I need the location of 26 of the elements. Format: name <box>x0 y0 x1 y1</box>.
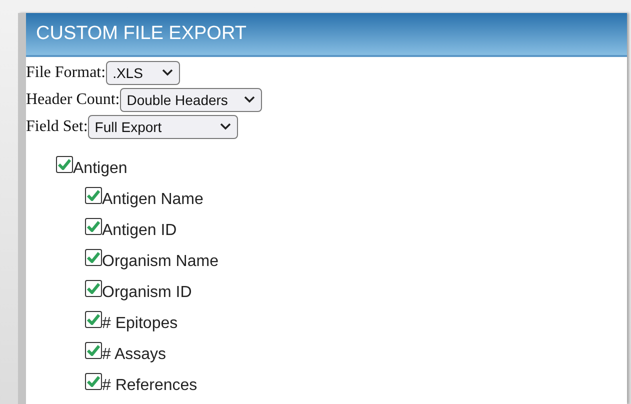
dropdown[interactable]: Double Headers <box>120 88 262 112</box>
checkbox[interactable] <box>85 342 102 359</box>
field-label: Organism Name <box>102 253 218 271</box>
chevron-down-icon <box>162 69 173 76</box>
field-label: Antigen ID <box>102 222 177 240</box>
checkbox[interactable] <box>85 311 102 328</box>
setting-label: Header Count: <box>26 90 120 108</box>
field-label: # Epitopes <box>102 315 178 333</box>
field-label: Antigen Name <box>102 191 204 209</box>
field-label: Organism ID <box>102 284 192 302</box>
checkbox[interactable] <box>85 218 102 235</box>
dialog-title: CUSTOM FILE EXPORT <box>36 23 246 45</box>
field-label: # Assays <box>102 346 166 364</box>
field-label: # References <box>102 377 198 395</box>
checkbox[interactable] <box>85 187 102 204</box>
field-label: Antigen <box>73 160 128 178</box>
checkbox[interactable] <box>56 156 73 173</box>
setting-label: Field Set: <box>26 118 88 136</box>
checkbox[interactable] <box>85 249 102 266</box>
checkbox[interactable] <box>85 280 102 297</box>
setting-label: File Format: <box>26 64 106 82</box>
checkbox[interactable] <box>85 373 102 390</box>
dropdown[interactable]: .XLS <box>106 60 180 84</box>
chevron-down-icon <box>220 123 231 130</box>
chevron-down-icon <box>244 96 255 103</box>
dropdown[interactable]: Full Export <box>88 114 238 138</box>
